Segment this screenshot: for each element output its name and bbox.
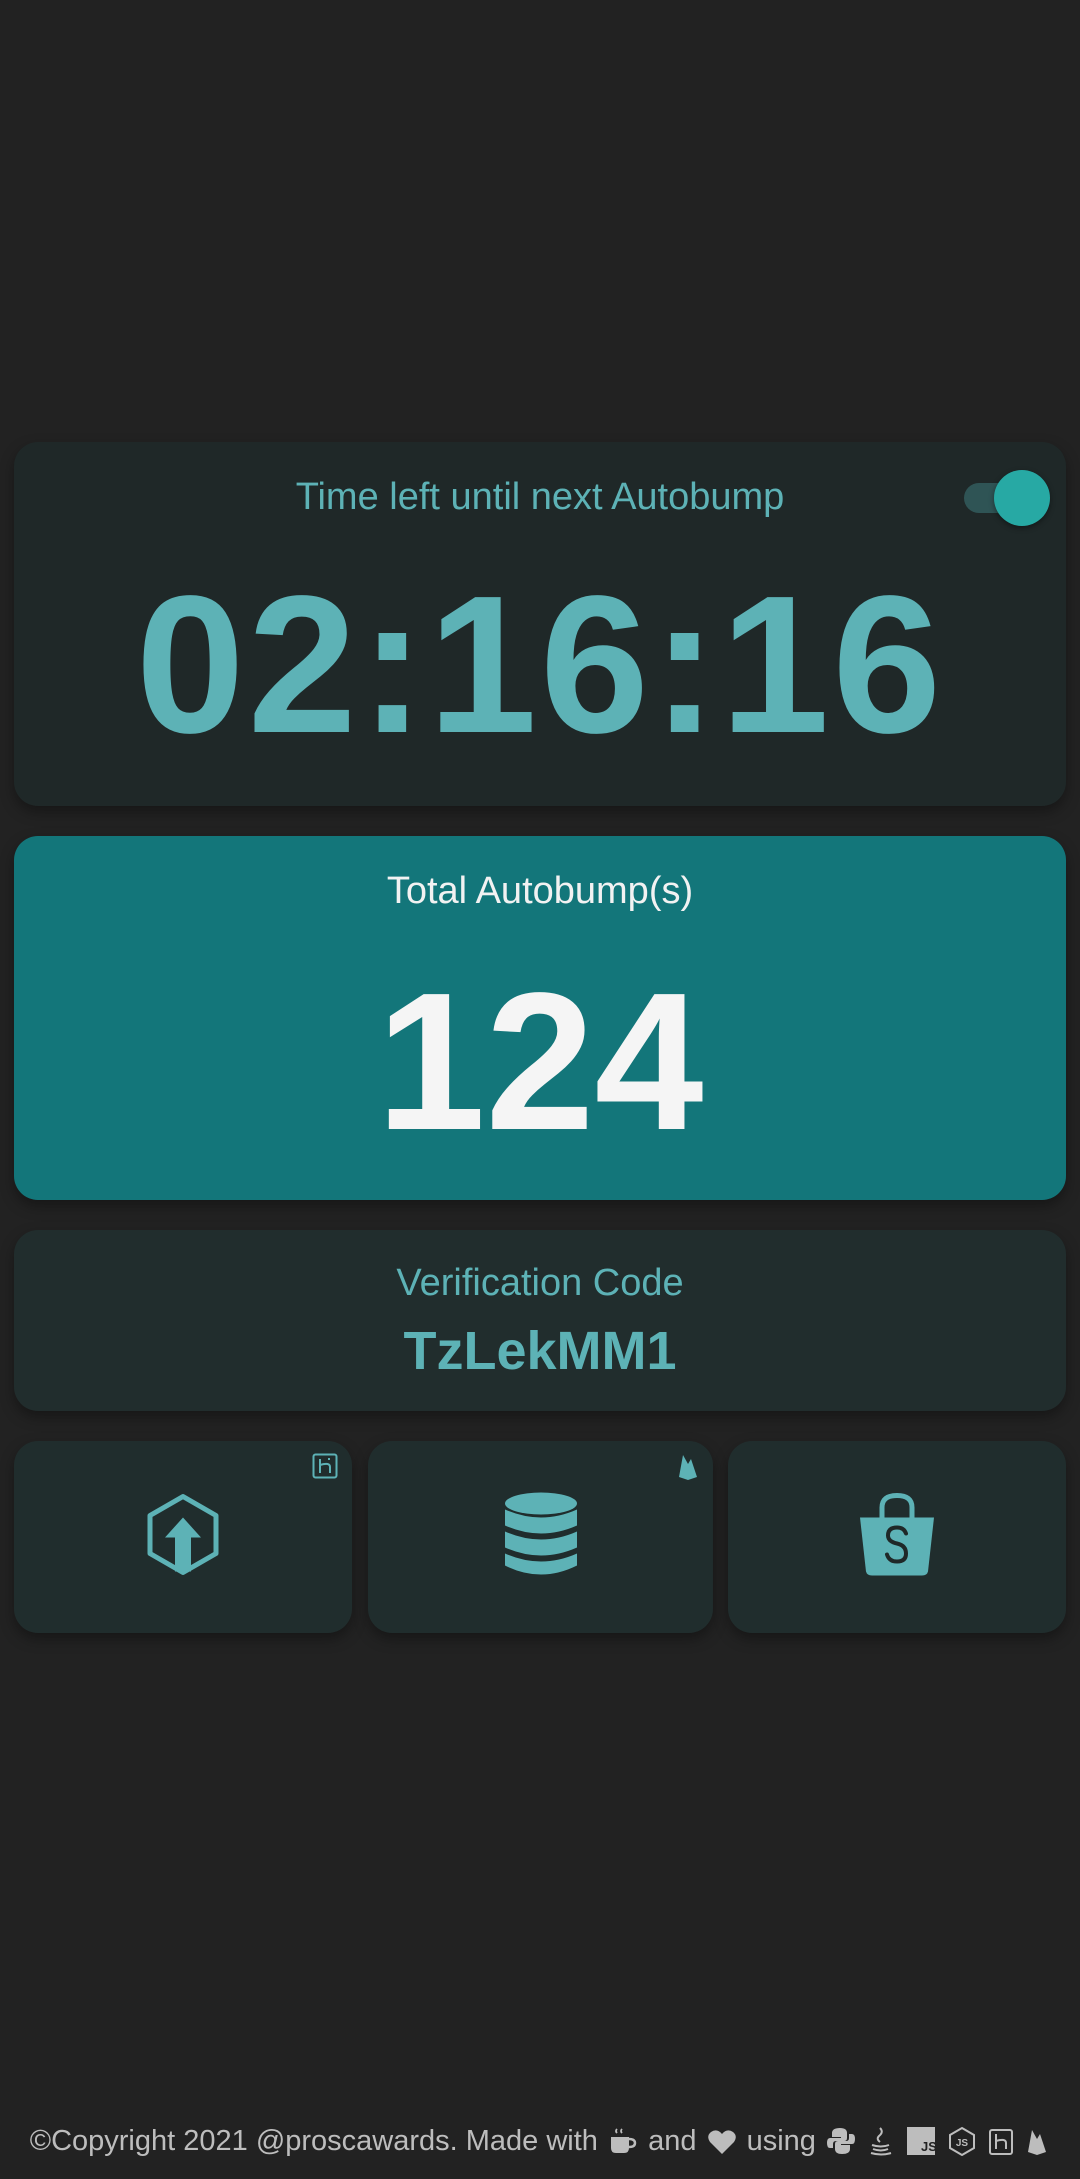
footer-copyright: ©Copyright 2021 @proscawards. Made with … — [0, 2125, 1080, 2158]
total-autobumps-card: Total Autobump(s) 124 — [14, 836, 1066, 1200]
footer-and: and — [648, 2125, 697, 2157]
total-count: 124 — [376, 952, 704, 1171]
verification-code: TzLekMM1 — [403, 1321, 677, 1381]
svg-text:JS: JS — [921, 2139, 936, 2154]
coffee-icon — [611, 2128, 637, 2153]
javascript-icon: JS — [907, 2127, 937, 2155]
deploy-tile-button[interactable] — [14, 1441, 352, 1633]
toggle-knob — [994, 470, 1050, 526]
total-title: Total Autobump(s) — [386, 870, 694, 912]
app-root: Time left until next Autobump 02:16:16 T… — [0, 0, 1080, 2179]
shop-tile-button[interactable] — [728, 1441, 1066, 1633]
countdown-timer: 02:16:16 — [135, 555, 945, 774]
verification-card: Verification Code TzLekMM1 — [14, 1230, 1066, 1411]
footer-using: using — [746, 2125, 816, 2157]
heart-icon — [707, 2130, 736, 2154]
python-icon — [826, 2128, 855, 2154]
autobump-toggle[interactable] — [960, 470, 1050, 526]
svg-text:JS: JS — [956, 2138, 969, 2149]
verification-title: Verification Code — [396, 1262, 684, 1304]
upload-hexagon-icon — [147, 1494, 219, 1581]
java-icon — [870, 2127, 892, 2156]
heroku-icon — [989, 2129, 1014, 2155]
footer-prefix: ©Copyright 2021 @proscawards. Made with — [29, 2125, 598, 2157]
database-tile-button[interactable] — [368, 1441, 713, 1633]
heroku-icon — [312, 1453, 338, 1484]
nodejs-icon: JS — [949, 2126, 976, 2157]
firebase-icon — [1028, 2130, 1047, 2155]
timer-title: Time left until next Autobump — [295, 476, 785, 518]
firebase-icon — [677, 1453, 699, 1486]
shopping-bag-icon — [854, 1492, 940, 1583]
autobump-timer-card: Time left until next Autobump 02:16:16 — [14, 442, 1066, 806]
database-icon — [503, 1492, 579, 1583]
